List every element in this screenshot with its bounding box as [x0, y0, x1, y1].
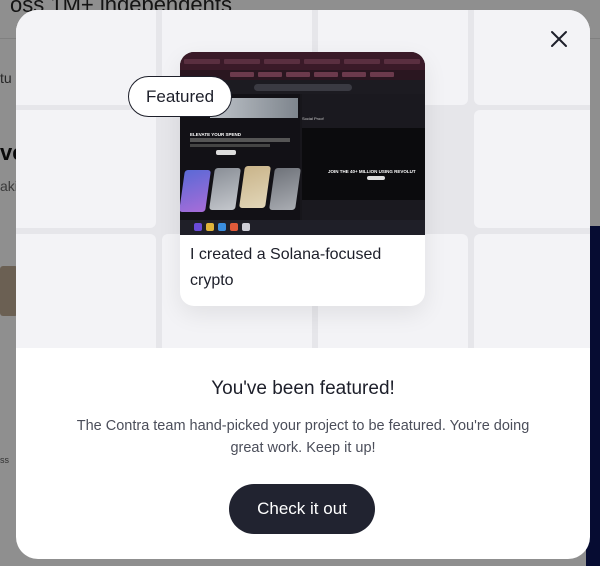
screenshot-right-text: JOIN THE 40+ MILLION USING REVOLUT — [328, 169, 416, 174]
browser-search — [254, 84, 352, 91]
screenshot-button — [216, 150, 236, 155]
modal-title: You've been featured! — [211, 378, 395, 399]
hero-tile — [16, 110, 156, 228]
screenshot-line — [190, 144, 270, 147]
close-icon — [549, 29, 569, 54]
screenshot-button — [367, 176, 385, 180]
close-button[interactable] — [546, 28, 572, 54]
hero-tile — [474, 234, 590, 348]
background-text: tu — [0, 70, 12, 86]
taskbar-icon — [206, 223, 214, 231]
modal-description: The Contra team hand-picked your project… — [76, 418, 530, 456]
check-it-out-button[interactable]: Check it out — [229, 484, 375, 534]
taskbar-icon — [242, 223, 250, 231]
browser-tabbar — [180, 52, 425, 70]
screenshot-line — [190, 138, 290, 142]
hero-tile — [474, 10, 590, 105]
hero-tile — [474, 110, 590, 228]
screenshot-taskbar — [180, 220, 425, 235]
screenshot-hero-title: ELEVATE YOUR SPEND — [190, 132, 242, 137]
modal-hero: ELEVATE YOUR SPEND Social Proof JOIN THE… — [16, 10, 590, 348]
featured-badge: Featured — [128, 76, 233, 117]
featured-modal: ELEVATE YOUR SPEND Social Proof JOIN THE… — [16, 10, 590, 559]
background-text: ss — [0, 455, 9, 465]
taskbar-icon — [218, 223, 226, 231]
taskbar-icon — [194, 223, 202, 231]
project-caption: I created a Solana-focused crypto — [190, 246, 382, 289]
screenshot-right-header: Social Proof — [302, 116, 324, 121]
hero-tile — [16, 234, 156, 348]
taskbar-icon — [230, 223, 238, 231]
screenshot-right-strip — [302, 128, 425, 200]
